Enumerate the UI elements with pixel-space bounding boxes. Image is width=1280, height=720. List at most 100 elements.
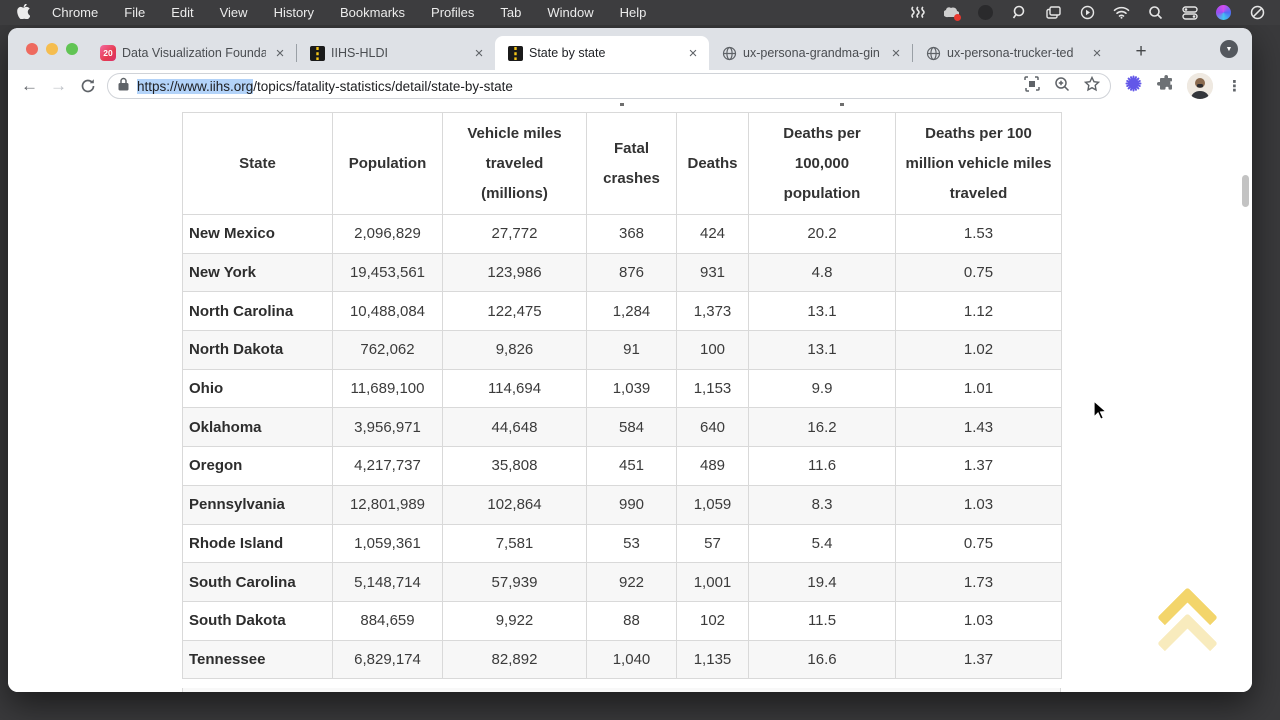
stacked-windows-icon[interactable] [1045,4,1062,21]
vmt-cell: 7,581 [443,524,587,563]
colorful-app-icon[interactable] [1215,4,1232,21]
bookmark-star-icon[interactable] [1084,76,1100,97]
forward-button[interactable]: → [47,73,70,99]
tab-ux-persona-grandma[interactable]: ux-persona-grandma-gin × [709,36,912,70]
deaths-cell: 424 [677,215,749,254]
dimmed-app-icon[interactable] [977,4,994,21]
state-cell: Pennsylvania [183,485,333,524]
table-row: South Carolina 5,148,714 57,939 922 1,00… [183,563,1062,602]
mouse-cursor [1093,400,1108,427]
zoom-window-button[interactable] [66,43,78,55]
close-tab-icon[interactable]: × [888,45,904,62]
menu-bar-item[interactable]: Tab [500,5,521,20]
reload-button[interactable] [76,73,99,99]
population-cell: 2,096,829 [333,215,443,254]
table-row: South Dakota 884,659 9,922 88 102 11.5 1… [183,601,1062,640]
table-header-row: StatePopulationVehicle miles traveled (m… [183,113,1062,215]
apple-menu-icon[interactable] [8,4,38,22]
spotlight-search-icon[interactable] [1147,4,1164,21]
road-favicon [507,45,523,61]
menu-bar-item[interactable]: Profiles [431,5,474,20]
minimize-window-button[interactable] [46,43,58,55]
menu-bar-item[interactable]: Bookmarks [340,5,405,20]
macos-menu-bar: Chrome File Edit View History Bookmarks Profil… [0,0,1280,25]
deaths-per-100m-vmt-cell: 1.43 [896,408,1062,447]
browser-window: 20 Data Visualization Founda × IIHS-HLDI… [8,28,1252,692]
column-header: Deaths [677,113,749,215]
extensions-puzzle-icon[interactable] [1156,75,1173,97]
deaths-per-100k-cell: 16.6 [749,640,896,679]
do-not-disturb-icon[interactable] [1249,4,1266,21]
profile-avatar[interactable] [1187,73,1213,99]
tab-label: IIHS-HLDI [331,46,465,60]
deaths-cell: 1,135 [677,640,749,679]
deaths-cell: 489 [677,447,749,486]
vertical-scrollbar-thumb[interactable] [1242,175,1249,207]
fatal-crashes-cell: 1,284 [587,292,677,331]
menu-bar-item[interactable]: Edit [171,5,193,20]
menu-bar-item[interactable]: Chrome [52,5,98,20]
tab-data-visualization[interactable]: 20 Data Visualization Founda × [88,36,296,70]
deaths-cell: 640 [677,408,749,447]
wifi-icon[interactable] [1113,4,1130,21]
deaths-per-100k-cell: 19.4 [749,563,896,602]
play-circle-icon[interactable] [1079,4,1096,21]
vmt-cell: 27,772 [443,215,587,254]
menu-bar-item[interactable]: Window [547,5,593,20]
table-row: Oregon 4,217,737 35,808 451 489 11.6 1.3… [183,447,1062,486]
new-tab-button[interactable]: + [1127,38,1155,66]
deaths-per-100k-cell: 8.3 [749,485,896,524]
close-tab-icon[interactable]: × [471,45,487,62]
table-row: New Mexico 2,096,829 27,772 368 424 20.2… [183,215,1062,254]
tab-strip: 20 Data Visualization Founda × IIHS-HLDI… [8,28,1252,70]
close-tab-icon[interactable]: × [1089,45,1105,62]
close-tab-icon[interactable]: × [272,45,288,62]
menu-bar-status-icons [909,4,1280,21]
state-cell: Ohio [183,369,333,408]
population-cell: 1,059,361 [333,524,443,563]
population-cell: 6,829,174 [333,640,443,679]
state-cell: Tennessee [183,640,333,679]
waves-icon[interactable] [909,4,926,21]
column-header: Fatal crashes [587,113,677,215]
population-cell: 10,488,084 [333,292,443,331]
menu-bar-item[interactable]: File [124,5,145,20]
fatal-crashes-cell: 990 [587,485,677,524]
close-tab-icon[interactable]: × [685,45,701,62]
table-row: Oklahoma 3,956,971 44,648 584 640 16.2 1… [183,408,1062,447]
deaths-per-100k-cell: 5.4 [749,524,896,563]
starburst-extension-icon[interactable] [1125,75,1142,97]
browser-menu-kebab-icon[interactable]: ⋮ [1227,77,1242,95]
url-selected-text: https://www.iihs.org [137,79,253,94]
back-button[interactable]: ← [18,73,41,99]
tab-label: ux-persona-grandma-gin [743,46,882,60]
share-hub-icon[interactable] [1024,76,1040,97]
menu-bar-item[interactable]: View [220,5,248,20]
deaths-per-100m-vmt-cell: 1.02 [896,331,1062,370]
loupe-icon[interactable] [1011,4,1028,21]
close-window-button[interactable] [26,43,38,55]
deaths-per-100m-vmt-cell: 1.37 [896,640,1062,679]
tab-iihs-hldi[interactable]: IIHS-HLDI × [297,36,495,70]
vmt-cell: 35,808 [443,447,587,486]
table-row: Pennsylvania 12,801,989 102,864 990 1,05… [183,485,1062,524]
control-center-icon[interactable] [1181,4,1198,21]
record-red-dot-icon[interactable] [943,4,960,21]
clipped-text-remnant [840,103,844,106]
lock-icon[interactable] [118,77,129,96]
population-cell: 12,801,989 [333,485,443,524]
browser-toolbar: ← → https://www.iihs.org/topics/fatality… [8,70,1252,102]
url-text[interactable]: https://www.iihs.org/topics/fatality-sta… [137,79,1024,94]
scroll-to-top-button[interactable] [1150,584,1226,664]
address-bar[interactable]: https://www.iihs.org/topics/fatality-sta… [107,73,1111,99]
menu-bar-items: Chrome File Edit View History Bookmarks Profil… [52,5,646,20]
tab-ux-persona-trucker[interactable]: ux-persona-trucker-ted × [913,36,1113,70]
tab-search-button[interactable]: ▼ [1220,40,1238,58]
zoom-in-icon[interactable] [1054,76,1070,97]
fatal-crashes-cell: 53 [587,524,677,563]
table-row: Tennessee 6,829,174 82,892 1,040 1,135 1… [183,640,1062,679]
tab-state-by-state[interactable]: State by state × [495,36,709,70]
menu-bar-item[interactable]: Help [620,5,647,20]
column-header: State [183,113,333,215]
menu-bar-item[interactable]: History [274,5,314,20]
